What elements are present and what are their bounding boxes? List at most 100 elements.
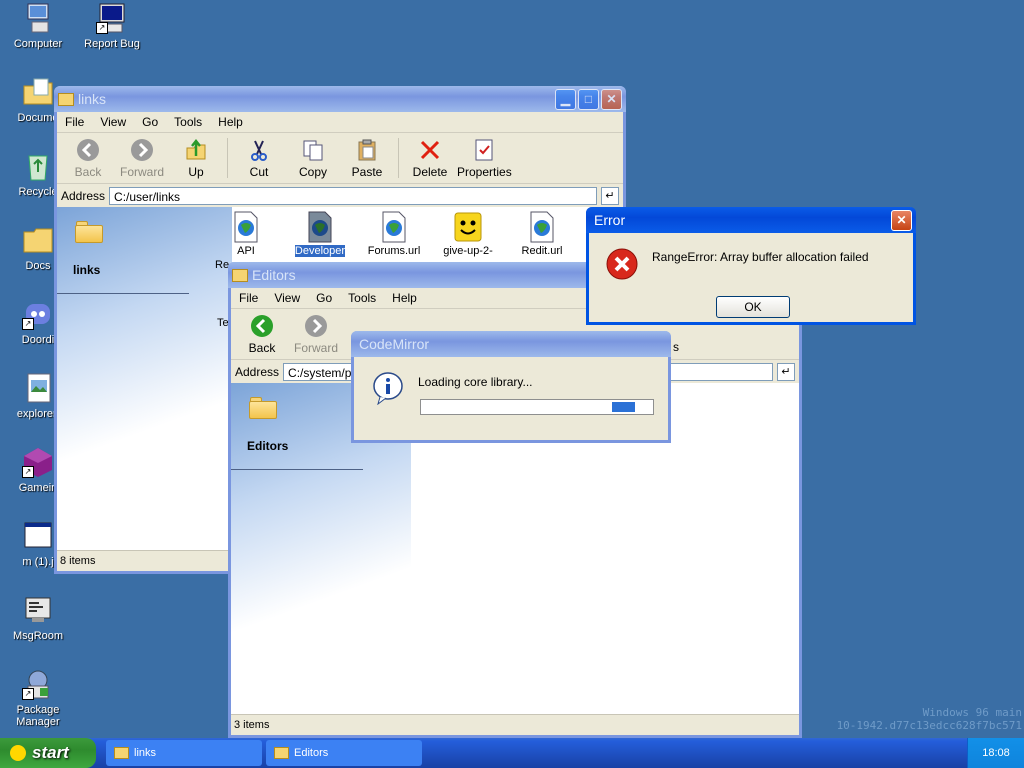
desktop-icon-msgroom[interactable]: MsgRoom xyxy=(0,594,76,642)
desktop-icon-label: Package Manager xyxy=(16,704,60,728)
delete-button[interactable]: Delete xyxy=(403,137,457,179)
menu-tools[interactable]: Tools xyxy=(340,291,384,305)
back-button[interactable]: Back xyxy=(235,313,289,355)
go-arrow-icon[interactable]: ↵ xyxy=(777,363,795,381)
codemirror-dialog[interactable]: CodeMirror Loading core library... xyxy=(351,331,671,443)
file-name: Redit.url xyxy=(521,245,563,257)
address-input[interactable]: C:/user/links xyxy=(109,187,597,205)
menu-help[interactable]: Help xyxy=(210,115,251,129)
menu-file[interactable]: File xyxy=(231,291,266,305)
desktop-icon-label: MsgRoom xyxy=(12,630,64,642)
computer-icon xyxy=(22,2,54,34)
file-item-forums[interactable]: Forums.url xyxy=(359,211,429,257)
close-button[interactable]: ✕ xyxy=(891,209,912,231)
up-folder-icon xyxy=(183,137,209,163)
url-file-icon xyxy=(528,211,556,243)
tool-label: Back xyxy=(248,341,276,355)
tool-label: Paste xyxy=(351,165,383,179)
forward-button[interactable]: Forward xyxy=(289,313,343,355)
task-links[interactable]: links xyxy=(106,740,262,766)
recycle-bin-icon xyxy=(22,150,54,182)
file-item-api[interactable]: API xyxy=(211,211,281,257)
forward-button[interactable]: Forward xyxy=(115,137,169,179)
desktop-icon-label: Computer xyxy=(13,38,63,50)
links-menubar: File View Go Tools Help xyxy=(57,112,623,133)
delete-x-icon xyxy=(417,137,443,163)
error-titlebar[interactable]: Error ✕ xyxy=(586,207,916,233)
back-button[interactable]: Back xyxy=(61,137,115,179)
file-item-developer[interactable]: Developer xyxy=(285,211,355,257)
tool-label: Forward xyxy=(293,341,338,355)
forward-arrow-icon xyxy=(129,137,155,163)
menu-go[interactable]: Go xyxy=(134,115,166,129)
menu-go[interactable]: Go xyxy=(308,291,340,305)
folder-icon xyxy=(114,747,129,759)
task-label: Editors xyxy=(294,747,329,759)
file-name: Developer xyxy=(294,245,346,257)
up-button[interactable]: Up xyxy=(169,137,223,179)
paste-button[interactable]: Paste xyxy=(340,137,394,179)
error-message: RangeError: Array buffer allocation fail… xyxy=(652,250,869,264)
codemirror-titlebar[interactable]: CodeMirror xyxy=(351,331,671,357)
close-button[interactable]: ✕ xyxy=(601,88,622,110)
desktop-icon-computer[interactable]: Computer xyxy=(0,2,76,50)
desktop-icon-report-bug[interactable]: ↗ Report Bug xyxy=(74,2,150,50)
task-editors[interactable]: Editors xyxy=(266,740,422,766)
file-item-give-up[interactable]: give-up-2- xyxy=(433,211,503,257)
go-arrow-icon[interactable]: ↵ xyxy=(601,187,619,205)
folder-icon xyxy=(274,747,289,759)
loading-progress-bar xyxy=(420,399,654,415)
editors-statusbar: 3 items xyxy=(231,714,799,735)
tool-label: Copy xyxy=(298,165,327,179)
tool-label: Up xyxy=(188,165,204,179)
documents-folder-icon xyxy=(22,76,54,108)
links-toolbar: Back Forward Up Cut Copy Paste Delete Pr… xyxy=(57,133,623,184)
back-arrow-icon xyxy=(75,137,101,163)
ok-button[interactable]: OK xyxy=(716,296,790,318)
info-icon xyxy=(372,371,404,408)
task-label: links xyxy=(134,747,157,759)
system-tray-clock[interactable]: 18:08 xyxy=(967,738,1024,768)
image-file-icon xyxy=(22,372,54,404)
properties-button[interactable]: Properties xyxy=(457,137,512,179)
menu-view[interactable]: View xyxy=(92,115,134,129)
url-file-icon xyxy=(306,211,334,243)
file-item-redit[interactable]: Redit.url xyxy=(507,211,577,257)
address-label: Address xyxy=(235,365,280,379)
desktop-icon-package-manager[interactable]: ↗ Package Manager xyxy=(0,668,76,728)
taskbar: start links Editors 18:08 xyxy=(0,738,1024,768)
folder-icon xyxy=(249,397,277,419)
menu-view[interactable]: View xyxy=(266,291,308,305)
toolbar-separator xyxy=(227,138,228,178)
folder-icon xyxy=(58,92,74,106)
back-arrow-icon xyxy=(249,313,275,339)
tool-label: Forward xyxy=(119,165,164,179)
menu-file[interactable]: File xyxy=(57,115,92,129)
start-smiley-icon xyxy=(10,745,26,761)
error-icon xyxy=(605,247,639,284)
file-name: Forums.url xyxy=(367,245,421,257)
tool-label: Back xyxy=(74,165,102,179)
links-titlebar[interactable]: links ▁ □ ✕ xyxy=(54,86,626,112)
menu-tools[interactable]: Tools xyxy=(166,115,210,129)
copy-button[interactable]: Copy xyxy=(286,137,340,179)
minimize-button[interactable]: ▁ xyxy=(555,88,576,110)
window-title: links xyxy=(78,91,107,107)
maximize-button[interactable]: □ xyxy=(578,88,599,110)
links-sidebar: links xyxy=(57,207,232,571)
cut-button[interactable]: Cut xyxy=(232,137,286,179)
start-button[interactable]: start xyxy=(0,738,96,768)
start-label: start xyxy=(32,743,69,762)
menu-help[interactable]: Help xyxy=(384,291,425,305)
smiley-icon xyxy=(454,211,482,243)
url-file-icon xyxy=(380,211,408,243)
error-dialog[interactable]: Error ✕ RangeError: Array buffer allocat… xyxy=(586,207,916,325)
discord-icon: ↗ xyxy=(22,298,54,330)
desktop-icon-label: Report Bug xyxy=(84,38,140,50)
copy-icon xyxy=(300,137,326,163)
forward-arrow-icon xyxy=(303,313,329,339)
sidebar-title: Editors xyxy=(247,439,289,453)
partial-file-label: Te xyxy=(217,317,229,329)
links-address-bar: Address C:/user/links ↵ xyxy=(57,184,623,208)
dialog-title: Error xyxy=(594,212,626,228)
